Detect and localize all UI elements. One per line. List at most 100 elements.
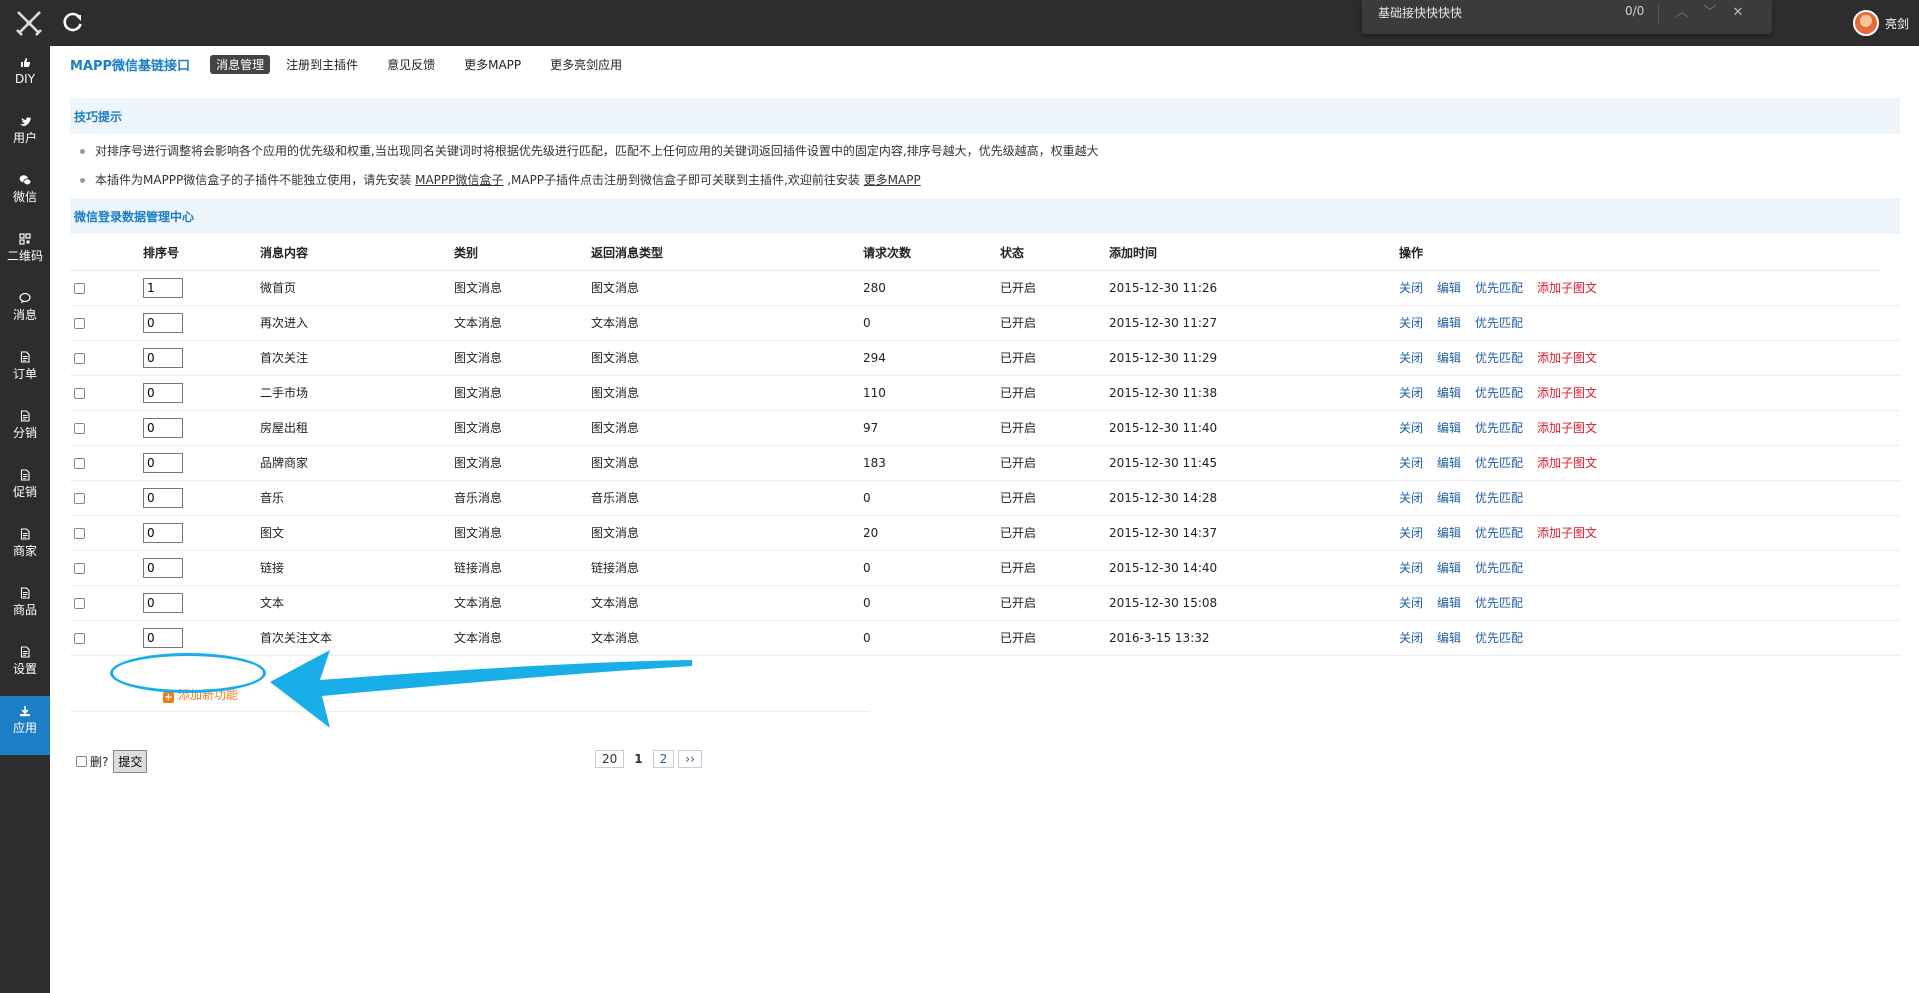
priority-action-link[interactable]: 优先匹配 (1475, 561, 1523, 575)
refresh-icon[interactable] (62, 11, 84, 33)
cell-category: 图文消息 (450, 375, 587, 411)
edit-action-link[interactable]: 编辑 (1437, 596, 1461, 610)
close-action-link[interactable]: 关闭 (1399, 351, 1423, 365)
sidebar-item[interactable]: 应用 (0, 696, 50, 755)
page-2-link[interactable]: 2 (652, 750, 675, 768)
tab-message-management[interactable]: 消息管理 (210, 54, 271, 74)
edit-action-link[interactable]: 编辑 (1437, 561, 1461, 575)
priority-action-link[interactable]: 优先匹配 (1475, 596, 1523, 610)
order-input[interactable] (143, 347, 183, 368)
priority-action-link[interactable]: 优先匹配 (1475, 631, 1523, 645)
row-checkbox[interactable] (74, 492, 85, 504)
priority-action-link[interactable]: 优先匹配 (1475, 421, 1523, 435)
edit-action-link[interactable]: 编辑 (1437, 421, 1461, 435)
edit-action-link[interactable]: 编辑 (1437, 456, 1461, 470)
priority-action-link[interactable]: 优先匹配 (1475, 386, 1523, 400)
row-checkbox[interactable] (74, 282, 85, 294)
edit-action-link[interactable]: 编辑 (1437, 316, 1461, 330)
close-action-link[interactable]: 关闭 (1399, 386, 1423, 400)
priority-action-link[interactable]: 优先匹配 (1475, 351, 1523, 365)
close-action-link[interactable]: 关闭 (1399, 631, 1423, 645)
edit-action-link[interactable]: 编辑 (1437, 351, 1461, 365)
add-sub-article-link[interactable]: 添加子图文 (1537, 351, 1597, 365)
close-action-link[interactable]: 关闭 (1399, 561, 1423, 575)
order-input[interactable] (143, 487, 183, 508)
sidebar-item[interactable]: 促销 (0, 460, 50, 519)
close-action-link[interactable]: 关闭 (1399, 526, 1423, 540)
row-checkbox[interactable] (74, 352, 85, 364)
mapp-box-link[interactable]: MAPPP微信盒子 (415, 173, 503, 187)
sidebar-item[interactable]: 分销 (0, 401, 50, 460)
chevron-up-icon[interactable]: ︿ (1672, 3, 1692, 23)
close-action-link[interactable]: 关闭 (1399, 456, 1423, 470)
priority-action-link[interactable]: 优先匹配 (1475, 526, 1523, 540)
edit-action-link[interactable]: 编辑 (1437, 491, 1461, 505)
add-sub-article-link[interactable]: 添加子图文 (1537, 386, 1597, 400)
sidebar-item[interactable]: 用户 (0, 106, 50, 165)
sidebar-item[interactable]: 消息 (0, 283, 50, 342)
order-input[interactable] (143, 417, 183, 438)
order-input[interactable] (143, 277, 183, 298)
find-query[interactable]: 基础接快快快快 (1378, 4, 1462, 21)
tab-more-mapp[interactable]: 更多MAPP (458, 55, 527, 74)
user-name[interactable]: 亮剑 (1885, 15, 1909, 32)
sidebar-item[interactable]: 二维码 (0, 224, 50, 283)
add-sub-article-link[interactable]: 添加子图文 (1537, 526, 1597, 540)
edit-action-link[interactable]: 编辑 (1437, 281, 1461, 295)
sidebar-item[interactable]: 订单 (0, 342, 50, 401)
edit-action-link[interactable]: 编辑 (1437, 386, 1461, 400)
order-input[interactable] (143, 627, 183, 648)
close-action-link[interactable]: 关闭 (1399, 421, 1423, 435)
row-checkbox[interactable] (74, 422, 85, 434)
close-action-link[interactable]: 关闭 (1399, 491, 1423, 505)
cell-requests: 0 (859, 305, 996, 341)
add-sub-article-link[interactable]: 添加子图文 (1537, 421, 1597, 435)
submit-button[interactable]: 提交 (113, 749, 148, 773)
add-sub-article-link[interactable]: 添加子图文 (1537, 456, 1597, 470)
row-checkbox[interactable] (74, 632, 85, 644)
document-icon (20, 528, 30, 540)
priority-action-link[interactable]: 优先匹配 (1475, 491, 1523, 505)
priority-action-link[interactable]: 优先匹配 (1475, 456, 1523, 470)
sidebar-item[interactable]: 商品 (0, 578, 50, 637)
more-mapp-link[interactable]: 更多MAPP (864, 173, 921, 187)
sidebar-item[interactable]: 商家 (0, 519, 50, 578)
sidebar-item[interactable]: DIY (0, 47, 50, 106)
tab-more-apps[interactable]: 更多亮剑应用 (544, 55, 628, 74)
user-menu[interactable]: 亮剑 (1852, 10, 1909, 36)
sidebar-item-label: 商品 (12, 603, 37, 617)
row-checkbox[interactable] (74, 527, 85, 539)
order-input[interactable] (143, 382, 183, 403)
order-input[interactable] (143, 557, 183, 578)
delete-checkbox[interactable] (76, 755, 87, 767)
sidebar-item[interactable]: 微信 (0, 165, 50, 224)
page-size[interactable]: 20 (595, 750, 625, 768)
priority-action-link[interactable]: 优先匹配 (1475, 316, 1523, 330)
add-sub-article-link[interactable]: 添加子图文 (1537, 281, 1597, 295)
order-input[interactable] (143, 592, 183, 613)
close-action-link[interactable]: 关闭 (1399, 316, 1423, 330)
row-checkbox[interactable] (74, 387, 85, 399)
crossed-swords-logo-icon[interactable] (14, 8, 44, 38)
edit-action-link[interactable]: 编辑 (1437, 631, 1461, 645)
sidebar-item[interactable]: 设置 (0, 637, 50, 696)
pagination: 20 1 2 ›› (595, 750, 702, 768)
row-checkbox[interactable] (74, 317, 85, 329)
row-checkbox[interactable] (74, 457, 85, 469)
tab-feedback[interactable]: 意见反馈 (381, 55, 441, 74)
close-action-link[interactable]: 关闭 (1399, 281, 1423, 295)
app-title[interactable]: MAPP微信基链接口 (70, 55, 190, 74)
next-page-link[interactable]: ›› (678, 750, 702, 768)
tab-register-plugin[interactable]: 注册到主插件 (280, 55, 364, 74)
order-input[interactable] (143, 312, 183, 333)
order-input[interactable] (143, 522, 183, 543)
order-input[interactable] (143, 452, 183, 473)
chevron-down-icon[interactable]: ﹀ (1700, 3, 1720, 23)
priority-action-link[interactable]: 优先匹配 (1475, 281, 1523, 295)
row-checkbox[interactable] (74, 562, 85, 574)
close-icon[interactable]: ✕ (1728, 3, 1748, 23)
avatar[interactable] (1852, 10, 1879, 36)
close-action-link[interactable]: 关闭 (1399, 596, 1423, 610)
edit-action-link[interactable]: 编辑 (1437, 526, 1461, 540)
row-checkbox[interactable] (74, 597, 85, 609)
